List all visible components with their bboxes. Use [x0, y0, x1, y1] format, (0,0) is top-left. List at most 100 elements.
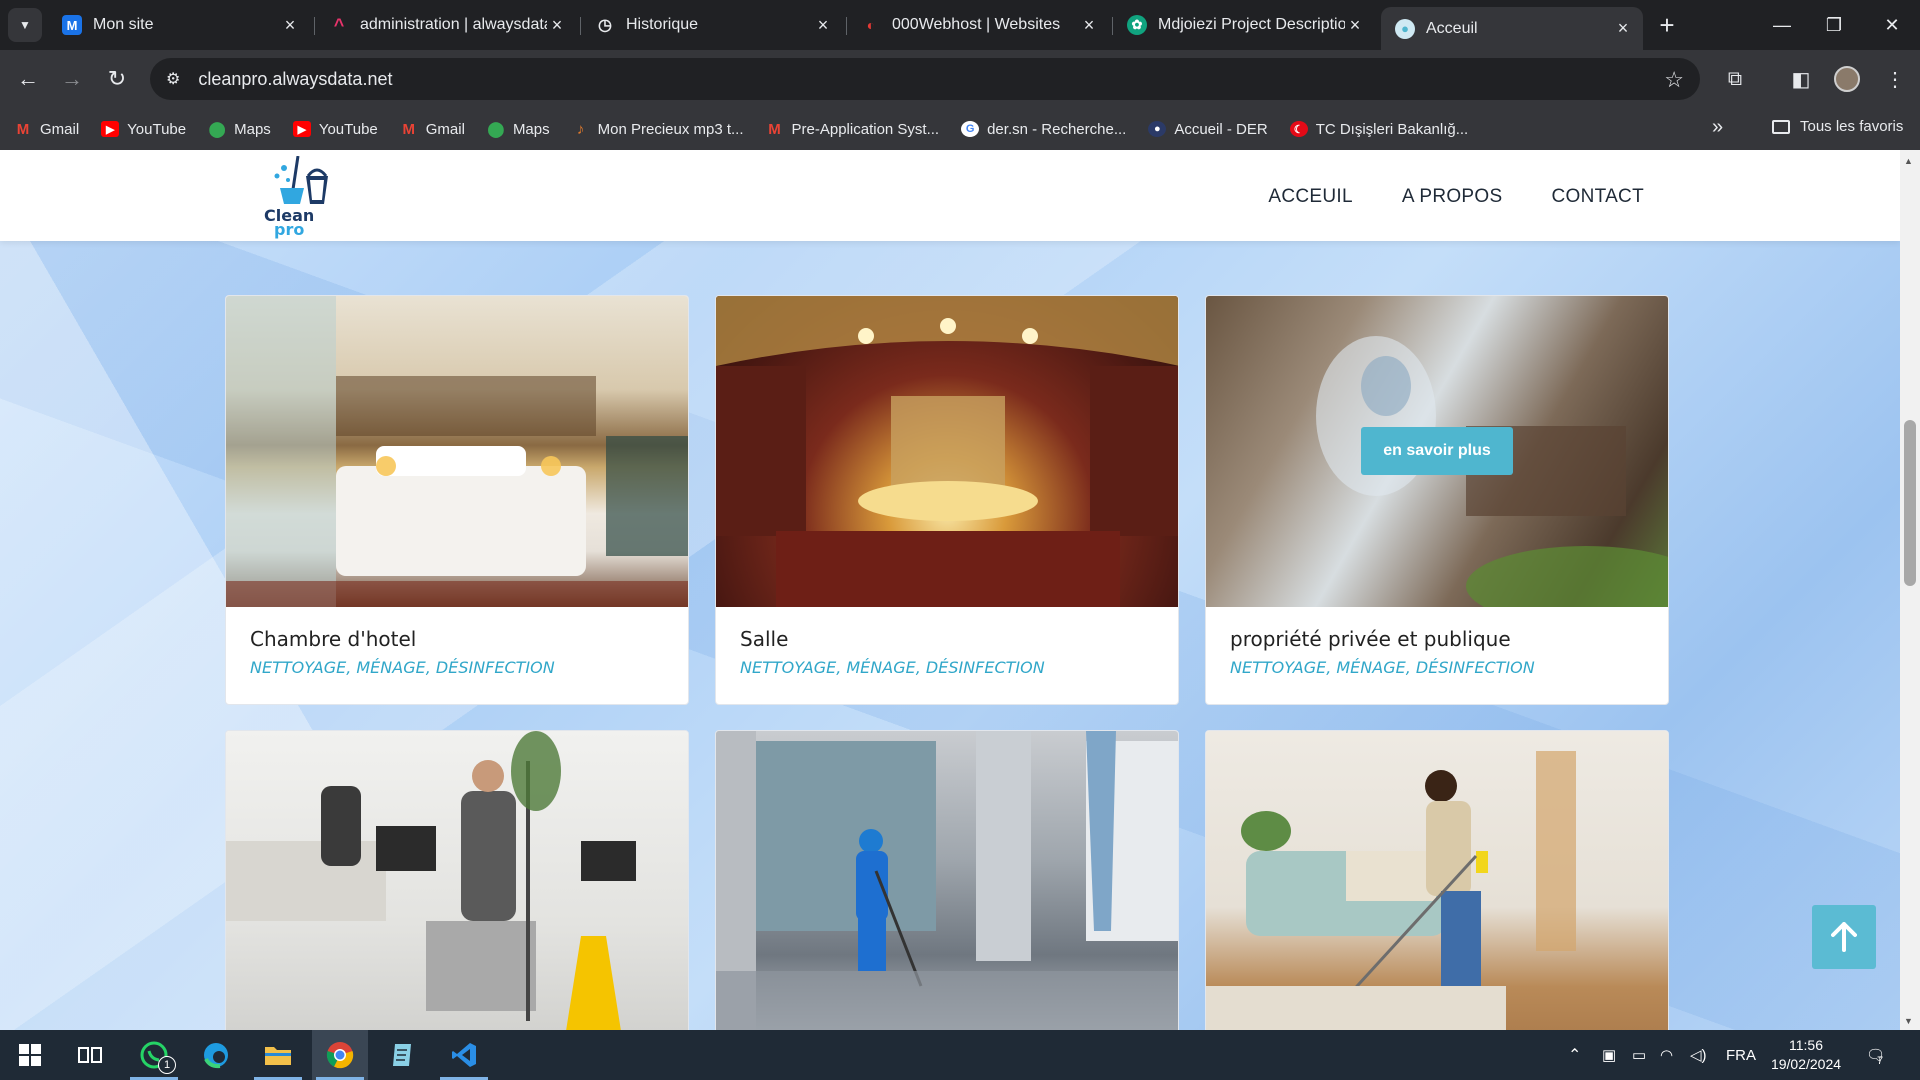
mop-bucket-icon [274, 155, 328, 204]
start-button[interactable] [2, 1030, 58, 1080]
service-card-living-room[interactable] [1205, 730, 1669, 1030]
close-icon[interactable]: × [1079, 15, 1099, 36]
new-tab-button[interactable]: + [1652, 10, 1682, 40]
folder-icon [1772, 119, 1790, 134]
alwaysdata-icon: ^ [333, 14, 345, 35]
taskbar-notepad[interactable] [374, 1030, 430, 1080]
tab-historique[interactable]: ◷ Historique × [581, 7, 843, 43]
tab-mon-site[interactable]: M Mon site × [48, 7, 310, 43]
tray-battery[interactable]: ▭ [1632, 1030, 1646, 1080]
taskbar-chrome[interactable] [312, 1030, 368, 1080]
chevron-down-icon: ▼ [19, 18, 31, 32]
close-icon[interactable]: × [1613, 18, 1633, 39]
logo-text-pro: pro [274, 220, 305, 239]
camera-icon: ▣ [1602, 1047, 1617, 1064]
bookmark-maps[interactable]: ⬤ Maps [487, 120, 550, 139]
taskbar-file-explorer[interactable] [250, 1030, 306, 1080]
site-info-icon[interactable]: ⚙ [166, 69, 180, 89]
bookmark-gmail[interactable]: M Gmail [400, 121, 465, 138]
vscode-icon [452, 1043, 476, 1067]
chevron-up-icon: ⌃ [1568, 1047, 1582, 1064]
all-bookmarks-label: Tous les favoris [1800, 118, 1904, 135]
tab-acceuil[interactable]: ● Acceuil × [1381, 7, 1643, 50]
bookmark-der[interactable]: ● Accueil - DER [1148, 121, 1268, 138]
restore-button[interactable]: ❐ [1806, 0, 1862, 50]
address-bar[interactable]: ⚙ cleanpro.alwaysdata.net ☆ [150, 58, 1700, 100]
bookmark-tc-disisleri[interactable]: ☾ TC Dışişleri Bakanlığ... [1289, 121, 1468, 138]
bookmark-label: YouTube [318, 120, 378, 138]
tray-volume[interactable]: ◁) [1690, 1030, 1707, 1080]
close-icon: ✕ [1884, 14, 1900, 35]
bookmark-gmail[interactable]: M Gmail [14, 121, 79, 138]
cleanpro-logo[interactable]: Clean pro [262, 155, 336, 239]
tab-title: Acceuil [1426, 19, 1478, 37]
forward-button[interactable]: → [57, 64, 87, 94]
reload-icon: ↻ [107, 66, 127, 91]
000webhost-icon: ◐ [866, 17, 876, 33]
close-icon[interactable]: × [280, 15, 300, 36]
profile-avatar[interactable] [1834, 66, 1860, 92]
scroll-down-icon[interactable]: ▼ [1904, 1016, 1913, 1026]
tab-chatgpt[interactable]: ✿ Mdjoiezi Project Descriptio × [1113, 7, 1375, 43]
tab-search-button[interactable]: ▼ [8, 8, 42, 42]
learn-more-button[interactable]: en savoir plus [1361, 427, 1513, 475]
service-card-hotel[interactable]: Chambre d'hotel NETTOYAGE, MÉNAGE, DÉSIN… [225, 295, 689, 705]
back-to-top-button[interactable] [1812, 905, 1876, 969]
tray-meet-now[interactable]: ▣ [1602, 1030, 1616, 1080]
taskbar-vscode[interactable] [436, 1030, 492, 1080]
bookmark-youtube[interactable]: ▶ YouTube [101, 121, 186, 138]
folder-icon [265, 1047, 291, 1065]
bookmark-label: Maps [512, 120, 550, 138]
tab-000webhost[interactable]: ◐ 000Webhost | Websites × [847, 7, 1109, 43]
task-view-button[interactable] [62, 1030, 118, 1080]
tab-title: 000Webhost | Websites [892, 16, 1061, 33]
arrow-up-icon [1831, 922, 1857, 952]
card-title: Chambre d'hotel [250, 627, 417, 651]
star-icon[interactable]: ☆ [1664, 67, 1684, 93]
bookmark-mp3[interactable]: ♪ Mon Precieux mp3 t... [572, 121, 744, 138]
back-button[interactable]: ← [13, 64, 43, 94]
nav-contact[interactable]: CONTACT [1551, 186, 1644, 208]
minimize-icon: — [1773, 14, 1791, 35]
page-scrollbar[interactable]: ▲ ▼ [1900, 150, 1920, 1030]
bookmark-maps[interactable]: ⬤ Maps [208, 121, 271, 139]
more-bookmarks-button[interactable]: » [1712, 116, 1723, 139]
tray-network[interactable]: ◠ [1660, 1030, 1673, 1080]
nav-a-propos[interactable]: A PROPOS [1402, 186, 1503, 208]
card-tags: NETTOYAGE, MÉNAGE, DÉSINFECTION [250, 658, 555, 677]
taskbar-whatsapp[interactable]: 1 [126, 1030, 182, 1080]
arrow-right-icon: → [61, 66, 83, 91]
scrollbar-thumb[interactable] [1904, 420, 1916, 586]
bookmark-youtube[interactable]: ▶ YouTube [292, 120, 378, 138]
minimize-button[interactable]: — [1754, 0, 1810, 50]
close-icon[interactable]: × [813, 15, 833, 36]
service-card-salle[interactable]: Salle NETTOYAGE, MÉNAGE, DÉSINFECTION [715, 295, 1179, 705]
bookmark-google-search[interactable]: Gder.sn - Recherche... [961, 121, 1126, 138]
browser-menu-button[interactable]: ⋮ [1880, 64, 1910, 94]
bookmark-pre-application[interactable]: M Pre-Application Syst... [766, 121, 939, 138]
blurred-cleaning-image: en savoir plus [1206, 296, 1668, 607]
all-bookmarks-button[interactable]: Tous les favoris [1772, 118, 1903, 135]
service-card-propriete[interactable]: en savoir plus propriété privée et publi… [1205, 295, 1669, 705]
nav-acceuil[interactable]: ACCEUIL [1268, 186, 1352, 208]
taskbar-edge[interactable] [188, 1030, 244, 1080]
reload-button[interactable]: ↻ [102, 64, 132, 94]
service-card-office[interactable] [225, 730, 689, 1030]
hotel-room-image [226, 296, 688, 607]
clock-time: 11:56 [1789, 1037, 1823, 1053]
action-center-button[interactable]: 🗨 7 [1866, 1030, 1885, 1080]
close-icon[interactable]: × [547, 15, 567, 36]
more-vertical-icon: ⋮ [1885, 68, 1905, 91]
show-hidden-icons-button[interactable]: ⌃ [1568, 1030, 1581, 1080]
service-card-lobby[interactable] [715, 730, 1179, 1030]
extensions-button[interactable]: ⧉ [1720, 64, 1750, 94]
language-indicator[interactable]: FRA [1726, 1030, 1756, 1080]
close-icon[interactable]: × [1345, 15, 1365, 36]
tab-alwaysdata[interactable]: ^ administration | alwaysdata × [315, 7, 577, 43]
url-text[interactable]: cleanpro.alwaysdata.net [198, 69, 392, 90]
side-panel-button[interactable]: ◧ [1786, 64, 1816, 94]
taskbar-clock[interactable]: 11:56 19/02/2024 [1760, 1036, 1852, 1074]
cleanpro-icon: ● [1395, 18, 1415, 39]
scroll-up-icon[interactable]: ▲ [1904, 156, 1913, 166]
window-close-button[interactable]: ✕ [1864, 0, 1920, 50]
